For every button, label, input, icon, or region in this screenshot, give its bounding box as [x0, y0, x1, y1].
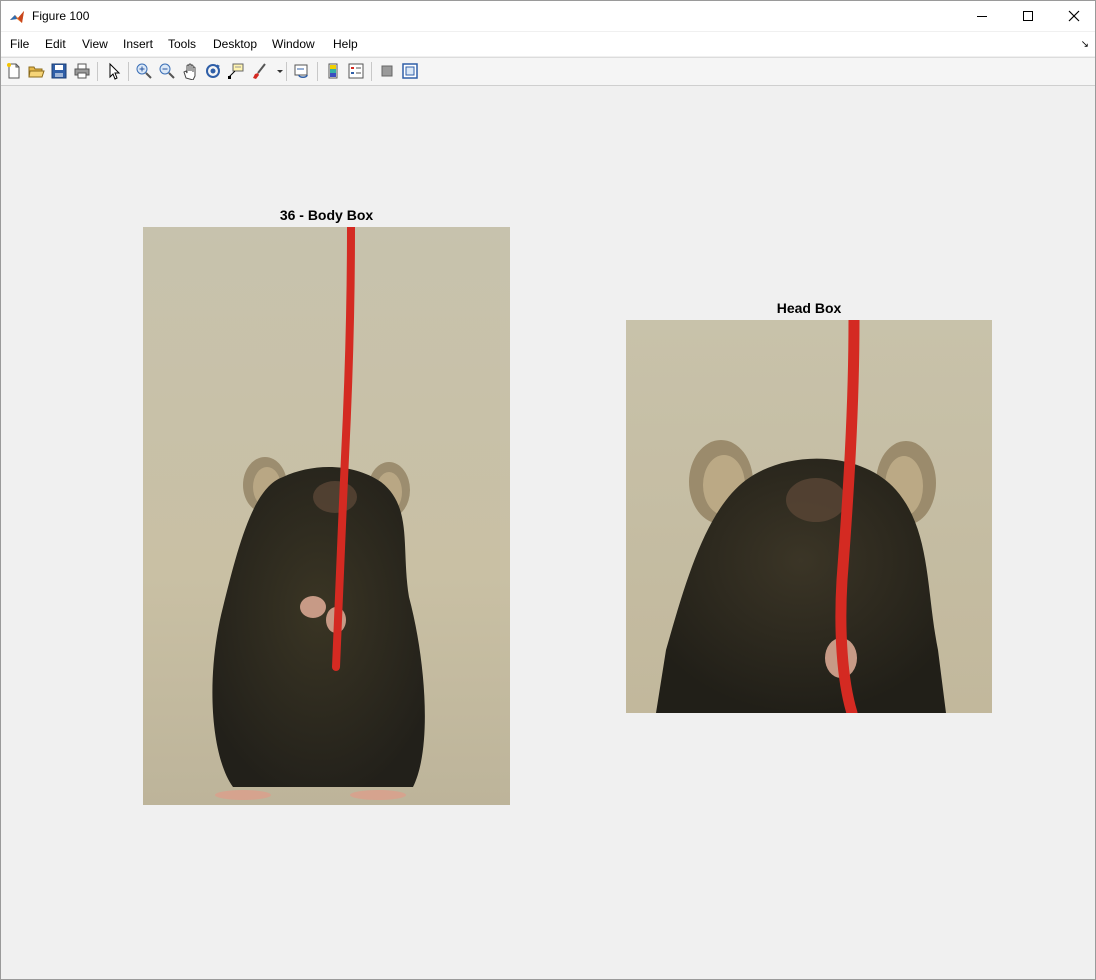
figure-toolbar — [1, 57, 1095, 86]
legend-icon[interactable] — [347, 62, 365, 80]
link-plot-icon[interactable] — [293, 62, 311, 80]
menu-file[interactable]: File — [10, 37, 29, 51]
menu-window[interactable]: Window — [272, 37, 315, 51]
menu-insert[interactable]: Insert — [123, 37, 153, 51]
open-file-icon[interactable] — [27, 62, 45, 80]
close-button[interactable] — [1051, 1, 1096, 31]
menu-desktop[interactable]: Desktop — [213, 37, 257, 51]
dock-arrow-icon[interactable]: ↘ — [1081, 39, 1089, 50]
figure-window: Figure 100 File Edit View Insert Tools D… — [0, 0, 1096, 980]
rotate-3d-icon[interactable] — [204, 62, 222, 80]
save-icon[interactable] — [50, 62, 68, 80]
menu-help[interactable]: Help — [333, 37, 358, 51]
maximize-button[interactable] — [1005, 1, 1051, 31]
hide-plot-tools-icon[interactable] — [378, 62, 396, 80]
pan-icon[interactable] — [181, 62, 199, 80]
print-icon[interactable] — [73, 62, 91, 80]
new-figure-icon[interactable] — [5, 62, 23, 80]
brush-dropdown-icon[interactable] — [271, 62, 283, 80]
zoom-in-icon[interactable] — [135, 62, 153, 80]
menu-tools[interactable]: Tools — [168, 37, 196, 51]
axes-title-body-box: 36 - Body Box — [279, 207, 374, 223]
body-box-image[interactable] — [143, 227, 510, 805]
title-bar[interactable]: Figure 100 — [1, 1, 1095, 31]
head-box-image[interactable] — [626, 320, 992, 713]
show-plot-tools-icon[interactable] — [401, 62, 419, 80]
brush-icon[interactable] — [251, 62, 269, 80]
data-cursor-icon[interactable] — [227, 62, 245, 80]
menu-edit[interactable]: Edit — [45, 37, 66, 51]
window-title: Figure 100 — [32, 9, 90, 23]
edit-plot-icon[interactable] — [105, 62, 123, 80]
matlab-icon — [9, 9, 25, 25]
axes-title-head-box: Head Box — [776, 300, 842, 316]
zoom-out-icon[interactable] — [158, 62, 176, 80]
menu-bar: File Edit View Insert Tools Desktop Wind… — [1, 32, 1095, 56]
colorbar-icon[interactable] — [324, 62, 342, 80]
menu-view[interactable]: View — [82, 37, 108, 51]
minimize-button[interactable] — [959, 1, 1005, 31]
